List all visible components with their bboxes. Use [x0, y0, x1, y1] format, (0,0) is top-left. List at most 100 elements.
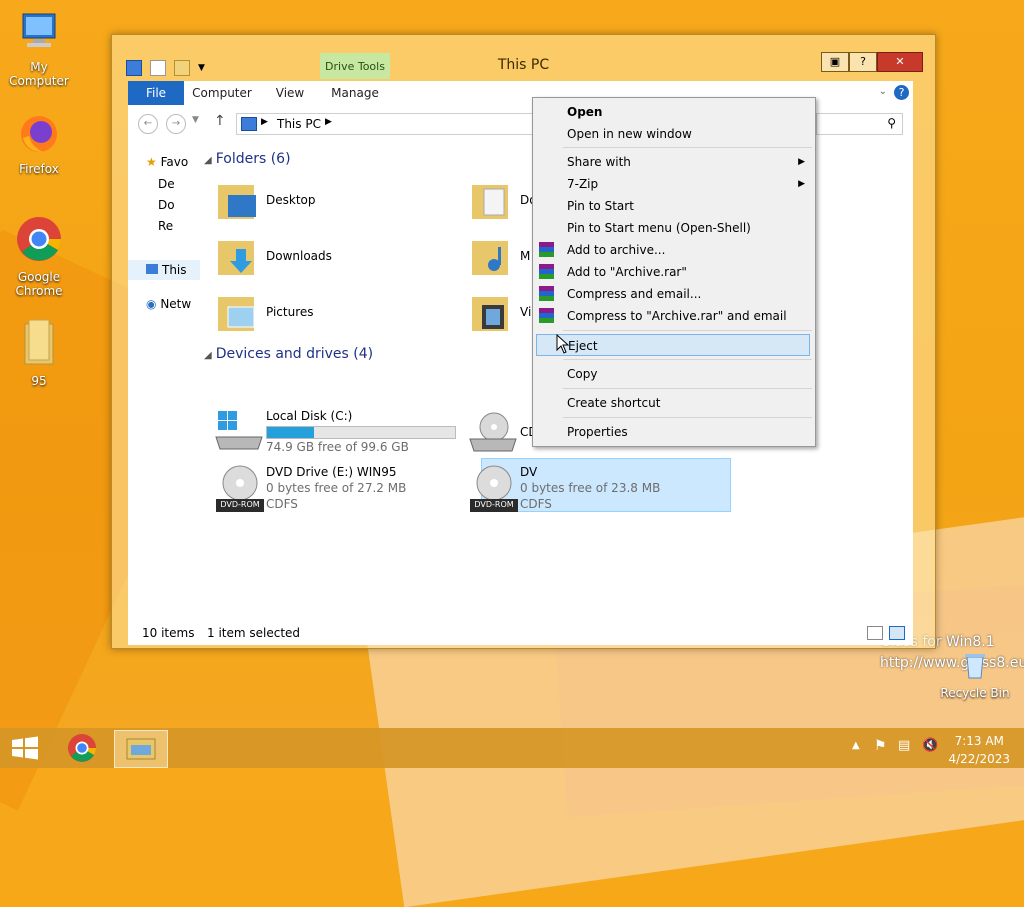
menu-item-add-to-archive-rar[interactable]: Add to "Archive.rar" — [533, 261, 815, 283]
drive-free-space: 0 bytes free of 27.2 MB — [266, 481, 407, 495]
menu-item-compress-and-email[interactable]: Compress and email... — [533, 283, 815, 305]
menu-item-label: Eject — [568, 339, 598, 353]
menu-item-label: Share with — [567, 155, 631, 169]
folders-group-header[interactable]: ◢ Folders (6) — [204, 151, 291, 167]
help-button[interactable]: ? — [849, 52, 877, 72]
menu-item-open[interactable]: Open — [533, 101, 815, 123]
dvd-rom-badge: DVD-ROM — [474, 500, 514, 509]
menu-separator — [563, 330, 812, 331]
nav-label: Re — [158, 219, 174, 233]
tab-manage[interactable]: Manage — [324, 81, 386, 105]
window-title: This PC — [497, 57, 550, 73]
tab-view[interactable]: View — [268, 81, 312, 105]
nav-recent[interactable]: Re — [158, 219, 200, 233]
action-center-flag-icon[interactable]: ⚑ — [874, 738, 887, 754]
desktop-icon-label: Firefox — [19, 162, 59, 176]
nav-downloads[interactable]: Do — [158, 198, 200, 212]
drive-free-space: 0 bytes free of 23.8 MB — [520, 481, 661, 495]
menu-item-properties[interactable]: Properties — [533, 421, 815, 443]
drive-name: DV — [520, 465, 538, 479]
menu-item-7zip[interactable]: 7-Zip ▶ — [533, 173, 815, 195]
submenu-arrow-icon: ▶ — [798, 157, 805, 167]
chevron-right-icon[interactable]: ▶ — [325, 117, 332, 127]
menu-item-label: Compress and email... — [567, 287, 702, 301]
mouse-cursor-icon — [556, 334, 570, 354]
computer-icon — [22, 13, 56, 47]
nav-this-pc[interactable]: This — [128, 260, 200, 280]
menu-item-compress-to-rar-and-email[interactable]: Compress to "Archive.rar" and email — [533, 305, 815, 327]
file-explorer-icon — [126, 738, 156, 760]
help-icon[interactable]: ? — [894, 85, 909, 100]
computer-icon — [241, 117, 257, 131]
details-view-icon[interactable] — [867, 626, 883, 640]
downloads-folder-icon — [218, 241, 254, 275]
winrar-icon — [539, 264, 554, 279]
title-bar[interactable]: ▼ Drive Tools This PC ▣ ? ✕ — [112, 35, 935, 79]
menu-item-pin-to-start[interactable]: Pin to Start — [533, 195, 815, 217]
drive-filesystem: CDFS — [266, 497, 298, 511]
menu-item-open-new-window[interactable]: Open in new window — [533, 123, 815, 145]
folder-icon — [24, 319, 54, 365]
search-input[interactable]: ⚲ — [816, 113, 903, 135]
recent-locations-icon[interactable]: ▼ — [192, 115, 199, 125]
start-button[interactable] — [0, 730, 52, 766]
nav-label: Favo — [160, 155, 189, 169]
clock-time: 7:13 AM — [954, 734, 1004, 748]
taskbar-file-explorer[interactable] — [114, 730, 168, 768]
desktop-icon-my-computer[interactable]: My Computer — [1, 10, 77, 88]
volume-muted-icon[interactable]: 🔇 — [922, 738, 938, 753]
drives-group-header[interactable]: ◢ Devices and drives (4) — [204, 346, 373, 362]
large-icons-view-icon[interactable] — [889, 626, 905, 640]
menu-item-label: Open in new window — [567, 127, 692, 141]
winrar-icon — [539, 286, 554, 301]
desktop-icon-label: My Computer — [9, 60, 69, 88]
nav-network[interactable]: ◉ Netw — [146, 297, 200, 311]
desktop-icon-recycle-bin[interactable]: Recycle Bin — [937, 650, 1013, 700]
menu-item-label: 7-Zip — [567, 177, 599, 191]
menu-item-share-with[interactable]: Share with ▶ — [533, 151, 815, 173]
context-menu: Open Open in new window Share with ▶ 7-Zi… — [532, 97, 816, 447]
show-hidden-icons-icon[interactable]: ▲ — [852, 740, 860, 751]
up-button[interactable]: ↑ — [214, 113, 226, 129]
nav-label: De — [158, 177, 175, 191]
menu-separator — [563, 388, 812, 389]
clock[interactable]: 7:13 AM 4/22/2023 — [948, 734, 1010, 766]
chevron-down-icon[interactable]: ⌄ — [879, 86, 887, 97]
menu-item-pin-to-start-menu[interactable]: Pin to Start menu (Open-Shell) — [533, 217, 815, 239]
menu-item-copy[interactable]: Copy — [533, 363, 815, 385]
drive-filesystem: CDFS — [520, 497, 552, 511]
drive-free-space: 74.9 GB free of 99.6 GB — [266, 440, 409, 454]
folder-label: Vi — [520, 305, 532, 319]
folder-label: Desktop — [266, 193, 316, 207]
address-field[interactable]: ▶ This PC ▶ — [236, 113, 538, 135]
drive-usage-bar — [266, 426, 456, 439]
videos-folder-icon — [472, 297, 508, 331]
forward-button[interactable]: → — [166, 114, 186, 134]
back-button[interactable]: ← — [138, 114, 158, 134]
menu-item-label: Pin to Start menu (Open-Shell) — [567, 221, 751, 235]
nav-favorites[interactable]: ★ Favo — [146, 155, 200, 169]
network-icon[interactable]: ▤ — [898, 738, 910, 753]
tab-file[interactable]: File — [128, 81, 184, 105]
desktop-icon-firefox[interactable]: Firefox — [1, 112, 77, 176]
menu-item-label: Copy — [567, 367, 598, 381]
pictures-folder-icon — [218, 297, 255, 331]
desktop-icon-folder-95[interactable]: 95 — [1, 318, 77, 388]
restore-button[interactable]: ▣ — [821, 52, 849, 72]
nav-desktop[interactable]: De — [158, 177, 200, 191]
winrar-icon — [539, 308, 554, 323]
tab-computer[interactable]: Computer — [190, 81, 254, 105]
menu-item-create-shortcut[interactable]: Create shortcut — [533, 392, 815, 414]
address-text: This PC — [277, 117, 321, 131]
menu-item-label: Add to "Archive.rar" — [567, 265, 687, 279]
menu-item-add-to-archive[interactable]: Add to archive... — [533, 239, 815, 261]
desktop-icon-label: Google Chrome — [15, 270, 63, 298]
search-icon: ⚲ — [887, 116, 896, 130]
folder-label: M — [520, 249, 531, 263]
desktop-folder-icon — [218, 185, 256, 219]
taskbar-chrome[interactable] — [56, 730, 108, 766]
menu-item-label: Compress to "Archive.rar" and email — [567, 309, 787, 323]
close-button[interactable]: ✕ — [877, 52, 923, 72]
menu-item-eject[interactable]: Eject — [536, 334, 810, 356]
desktop-icon-chrome[interactable]: Google Chrome — [1, 214, 77, 298]
